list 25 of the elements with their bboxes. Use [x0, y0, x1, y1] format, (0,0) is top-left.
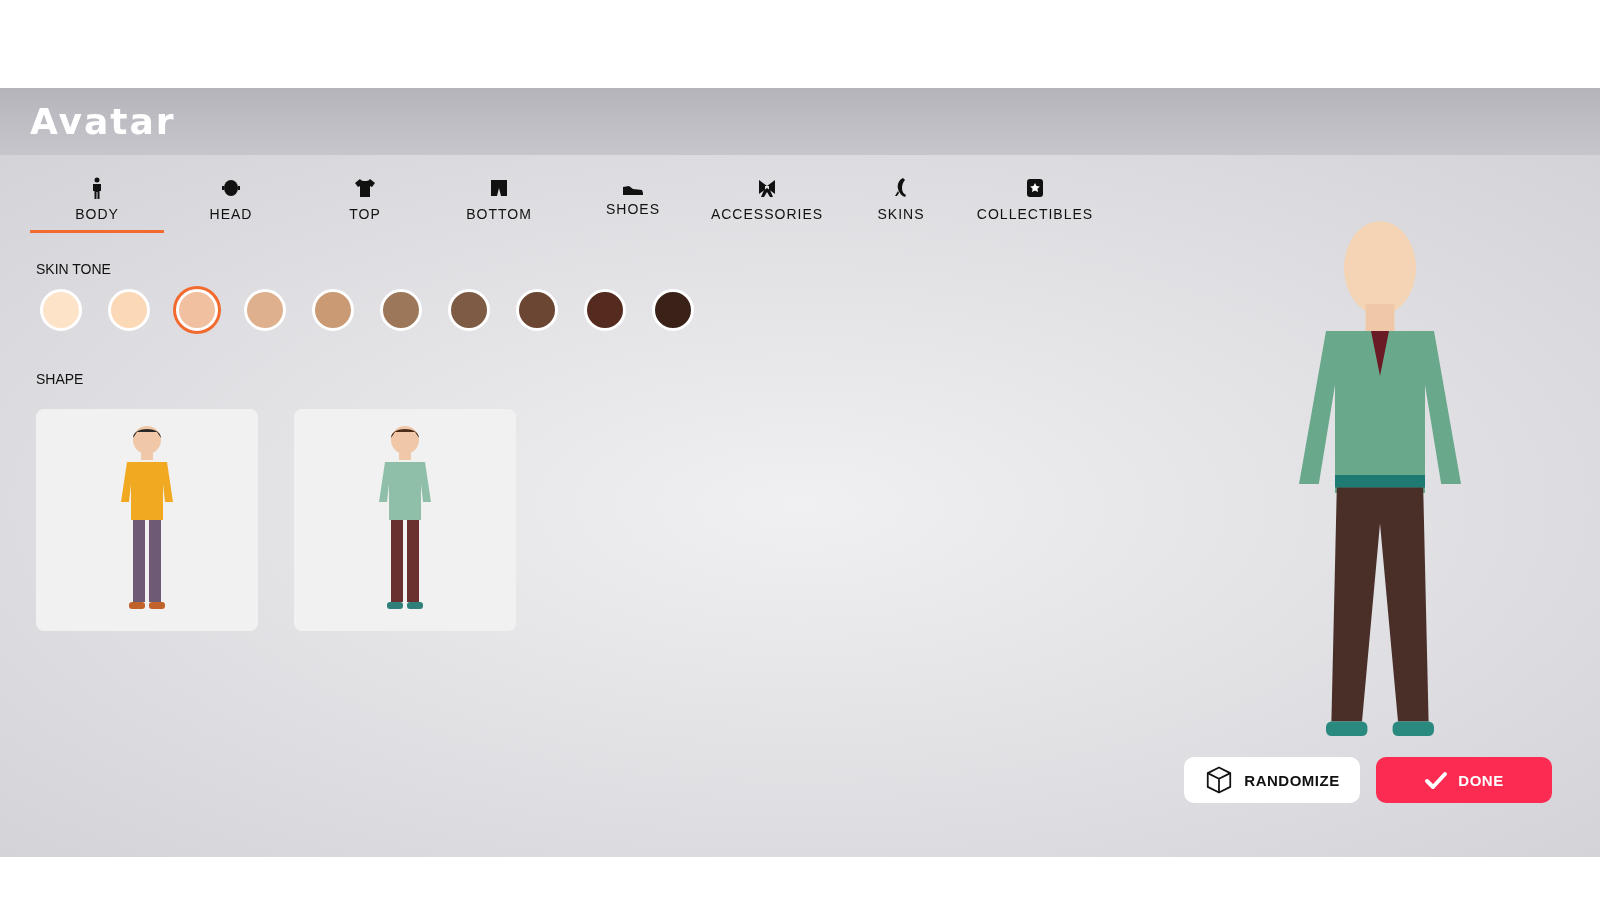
body-shape-card[interactable]	[294, 409, 516, 631]
category-tab[interactable]: SHOES	[566, 167, 700, 233]
done-button[interactable]: DONE	[1376, 757, 1552, 803]
skin-tone-swatch[interactable]	[516, 289, 558, 331]
skin-tone-swatch[interactable]	[448, 289, 490, 331]
category-tab[interactable]: HEAD	[164, 167, 298, 233]
section-label: SHAPE	[36, 371, 85, 387]
skin-tone-swatch[interactable]	[312, 289, 354, 331]
skin-tone-swatch[interactable]	[108, 289, 150, 331]
category-tab[interactable]: SKINS	[834, 167, 968, 233]
skin-tone-swatch[interactable]	[380, 289, 422, 331]
body-shape-card[interactable]	[36, 409, 258, 631]
category-tab[interactable]: BODY	[30, 167, 164, 233]
category-tab[interactable]: TOP	[298, 167, 432, 233]
skin-tone-swatch[interactable]	[176, 289, 218, 331]
category-tab[interactable]: COLLECTIBLES	[968, 167, 1102, 233]
skin-tone-swatch[interactable]	[652, 289, 694, 331]
skin-tone-swatch[interactable]	[584, 289, 626, 331]
category-tab[interactable]: ACCESSORIES	[700, 167, 834, 233]
skin-tone-swatch[interactable]	[244, 289, 286, 331]
page-title: Avatar	[30, 101, 176, 142]
section-label: SKIN TONE	[36, 261, 112, 277]
randomize-button[interactable]: RANDOMIZE	[1184, 757, 1360, 803]
skin-tone-swatch[interactable]	[40, 289, 82, 331]
category-tab[interactable]: BOTTOM	[432, 167, 566, 233]
